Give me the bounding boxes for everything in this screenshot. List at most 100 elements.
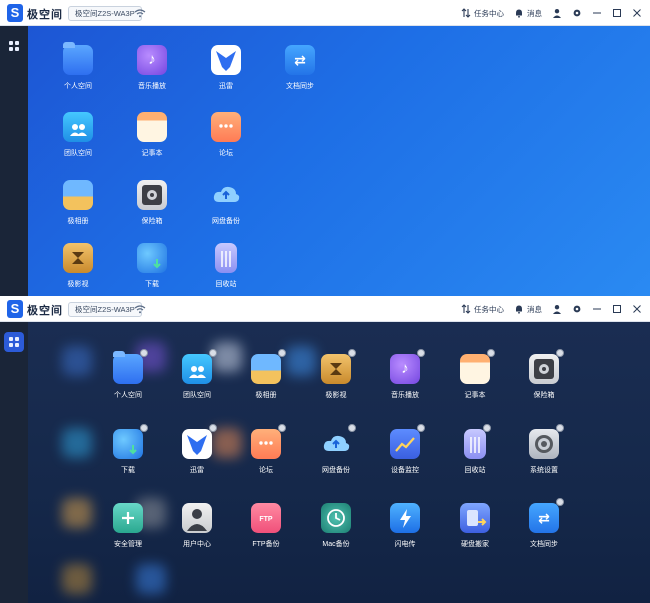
launcher-app-security[interactable]: 安全管理 — [98, 503, 158, 549]
launcher-app-xunlei[interactable]: 迅雷 — [167, 424, 227, 475]
minimize-icon[interactable] — [592, 304, 602, 314]
launcher-app-system-settings[interactable]: 系统设置 — [514, 424, 574, 475]
launcher-app-mac-backup[interactable]: Mac备份 — [306, 503, 366, 549]
svg-text:FTP: FTP — [259, 516, 273, 523]
blurred-background-icon — [136, 564, 166, 594]
app-label: 极相册 — [255, 392, 277, 399]
maximize-icon[interactable] — [612, 304, 622, 314]
launcher-app-device-monitor[interactable]: 设备监控 — [375, 424, 435, 475]
app-movies[interactable]: 极影视 — [48, 243, 108, 289]
folder-icon — [63, 42, 93, 75]
team-folder-icon — [182, 349, 217, 384]
messages-label: 消息 — [527, 8, 542, 18]
badge-icon — [417, 424, 425, 432]
app-label: Mac备份 — [322, 541, 350, 548]
launcher-app-forum[interactable]: 论坛 — [236, 424, 296, 475]
folder-icon — [113, 349, 148, 384]
app-label: 保险箱 — [141, 218, 163, 225]
gear-icon[interactable] — [572, 8, 582, 18]
badge-icon — [348, 349, 356, 357]
app-download[interactable]: 下载 — [122, 243, 182, 289]
launcher-app-music[interactable]: ♪ 音乐播放 — [375, 349, 435, 400]
trash-icon — [215, 243, 237, 273]
app-label: 用户中心 — [183, 541, 211, 548]
photo-icon — [63, 180, 93, 210]
app-label: 迅雷 — [219, 83, 233, 90]
minimize-icon[interactable] — [592, 8, 602, 18]
app-label: 音乐播放 — [391, 392, 419, 399]
launcher-app-flash-transfer[interactable]: 闪电传 — [375, 503, 435, 549]
launcher-app-recycle-bin[interactable]: 回收站 — [445, 424, 505, 475]
launcher-app-team-space[interactable]: 团队空间 — [167, 349, 227, 400]
app-logo-icon: S — [7, 300, 23, 318]
cloud-upload-icon — [321, 424, 356, 459]
app-notepad[interactable]: 记事本 — [122, 112, 182, 158]
app-grid-button[interactable] — [4, 36, 24, 56]
user-avatar-icon — [182, 503, 212, 533]
badge-icon — [483, 424, 491, 432]
launcher-app-personal-space[interactable]: 个人空间 — [98, 349, 158, 400]
close-icon[interactable] — [632, 304, 642, 314]
app-music[interactable]: ♪ 音乐播放 — [122, 45, 182, 91]
messages-button[interactable]: 消息 — [514, 304, 542, 315]
badge-icon — [487, 349, 495, 357]
app-personal-space[interactable]: 个人空间 — [48, 42, 108, 91]
launcher-app-movies[interactable]: 极影视 — [306, 349, 366, 400]
notepad-icon — [137, 112, 167, 142]
app-safe[interactable]: 保险箱 — [122, 180, 182, 226]
app-doc-sync[interactable]: ⇄ 文档同步 — [270, 45, 330, 91]
safe-icon — [529, 349, 564, 384]
launcher-app-ftp-backup[interactable]: FTP FTP备份 — [236, 503, 296, 549]
launcher-app-cloud-backup[interactable]: 网盘备份 — [306, 424, 366, 475]
launcher-app-disk-migration[interactable]: 硬盘搬家 — [445, 503, 505, 549]
chat-bubble-icon — [211, 112, 241, 142]
app-grid-button[interactable] — [4, 332, 24, 352]
app-label: 记事本 — [464, 392, 486, 399]
user-icon[interactable] — [552, 8, 562, 18]
clock-backup-icon — [321, 503, 351, 533]
badge-icon — [348, 424, 356, 432]
launcher-app-safe[interactable]: 保险箱 — [514, 349, 574, 400]
lightning-icon — [390, 503, 420, 533]
sidebar — [0, 26, 28, 296]
messages-button[interactable]: 消息 — [514, 8, 542, 19]
notepad-icon — [460, 349, 495, 384]
device-selector[interactable]: 极空间Z2S-WA3P — [68, 6, 142, 21]
launcher-app-doc-sync[interactable]: ⇄ 文档同步 — [514, 498, 574, 549]
titlebar: S 极空间 极空间Z2S-WA3P 任务中心 消息 — [0, 0, 650, 26]
task-center-label: 任务中心 — [474, 8, 504, 18]
badge-icon — [140, 349, 148, 357]
app-logo-icon: S — [7, 4, 23, 22]
launcher-app-notepad[interactable]: 记事本 — [445, 349, 505, 400]
titlebar: S 极空间 极空间Z2S-WA3P 任务中心 消息 — [0, 296, 650, 322]
app-label: FTP备份 — [252, 541, 280, 548]
launcher-app-photos[interactable]: 极相册 — [236, 349, 296, 400]
app-team-space[interactable]: 团队空间 — [48, 112, 108, 158]
user-icon[interactable] — [552, 304, 562, 314]
desktop-window-light: S 极空间 极空间Z2S-WA3P 任务中心 消息 个人空间 ♪ 音乐播放 迅雷… — [0, 0, 650, 296]
blurred-background-icon — [62, 564, 92, 594]
app-label: 下载 — [121, 467, 135, 474]
app-recycle-bin[interactable]: 回收站 — [196, 243, 256, 289]
film-icon — [63, 243, 93, 273]
cloud-upload-icon — [211, 180, 241, 210]
maximize-icon[interactable] — [612, 8, 622, 18]
badge-icon — [278, 349, 286, 357]
task-center-button[interactable]: 任务中心 — [461, 8, 504, 19]
app-label: 极相册 — [67, 218, 89, 225]
app-cloud-backup[interactable]: 网盘备份 — [196, 180, 256, 226]
app-forum[interactable]: 论坛 — [196, 112, 256, 158]
launcher-app-user-center[interactable]: 用户中心 — [167, 503, 227, 549]
ftp-cloud-icon: FTP — [251, 503, 281, 533]
film-icon — [321, 349, 356, 384]
app-photos[interactable]: 极相册 — [48, 180, 108, 226]
app-xunlei[interactable]: 迅雷 — [196, 45, 256, 91]
sidebar — [0, 322, 28, 603]
gear-icon[interactable] — [572, 304, 582, 314]
device-selector[interactable]: 极空间Z2S-WA3P — [68, 302, 142, 317]
launcher-app-download[interactable]: 下载 — [98, 424, 158, 475]
task-center-button[interactable]: 任务中心 — [461, 304, 504, 315]
grid-icon — [9, 41, 19, 51]
close-icon[interactable] — [632, 8, 642, 18]
app-label: 安全管理 — [114, 541, 142, 548]
